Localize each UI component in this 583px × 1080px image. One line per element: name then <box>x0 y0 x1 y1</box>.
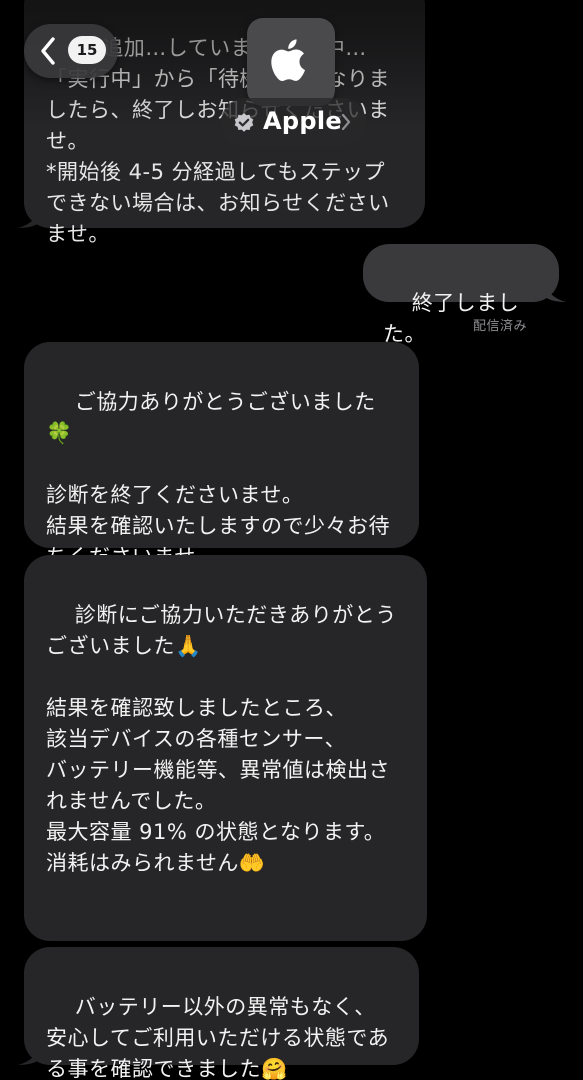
message-bubble-incoming: ご協力ありがとうございました🍀 診断を終了くださいませ。 結果を確認いたしますの… <box>24 342 419 569</box>
back-button[interactable]: 15 <box>24 24 118 78</box>
bubble-tail <box>18 1045 40 1065</box>
message-bubble-incoming: バッテリー以外の異常もなく、 安心してご利用いただける状態である事を確認できまし… <box>18 947 419 1080</box>
message-text: バッテリー以外の異常もなく、 安心してご利用いただける状態である事を確認できまし… <box>46 995 390 1080</box>
message-text: ご協力ありがとうございました🍀 診断を終了くださいませ。 結果を確認いたしますの… <box>46 390 390 569</box>
chevron-right-icon <box>341 113 351 131</box>
message-bubble-incoming: 診断にご協力いただきありがとうございました🙏 結果を確認致しましたところ、 該当… <box>24 555 427 941</box>
message-bubble-outgoing: 終了しました。 <box>363 244 566 346</box>
bubble-tail <box>544 282 566 302</box>
unread-count-badge: 15 <box>68 36 106 64</box>
messages-screen: ■ 追加…していま… 進行中… 「実行中」から「待機中」になりましたら、終了しお… <box>0 0 583 1080</box>
chevron-left-icon <box>41 37 55 65</box>
contact-name: Apple <box>263 107 342 135</box>
verified-badge-icon <box>234 113 254 132</box>
bubble-tail <box>18 208 40 228</box>
message-text: 診断にご協力いただきありがとうございました🙏 結果を確認致しましたところ、 該当… <box>46 603 397 875</box>
contact-avatar[interactable] <box>247 18 335 106</box>
apple-logo-icon <box>271 39 305 82</box>
contact-name-button[interactable]: Apple <box>221 98 366 146</box>
delivery-status: 配信済み <box>472 319 527 334</box>
